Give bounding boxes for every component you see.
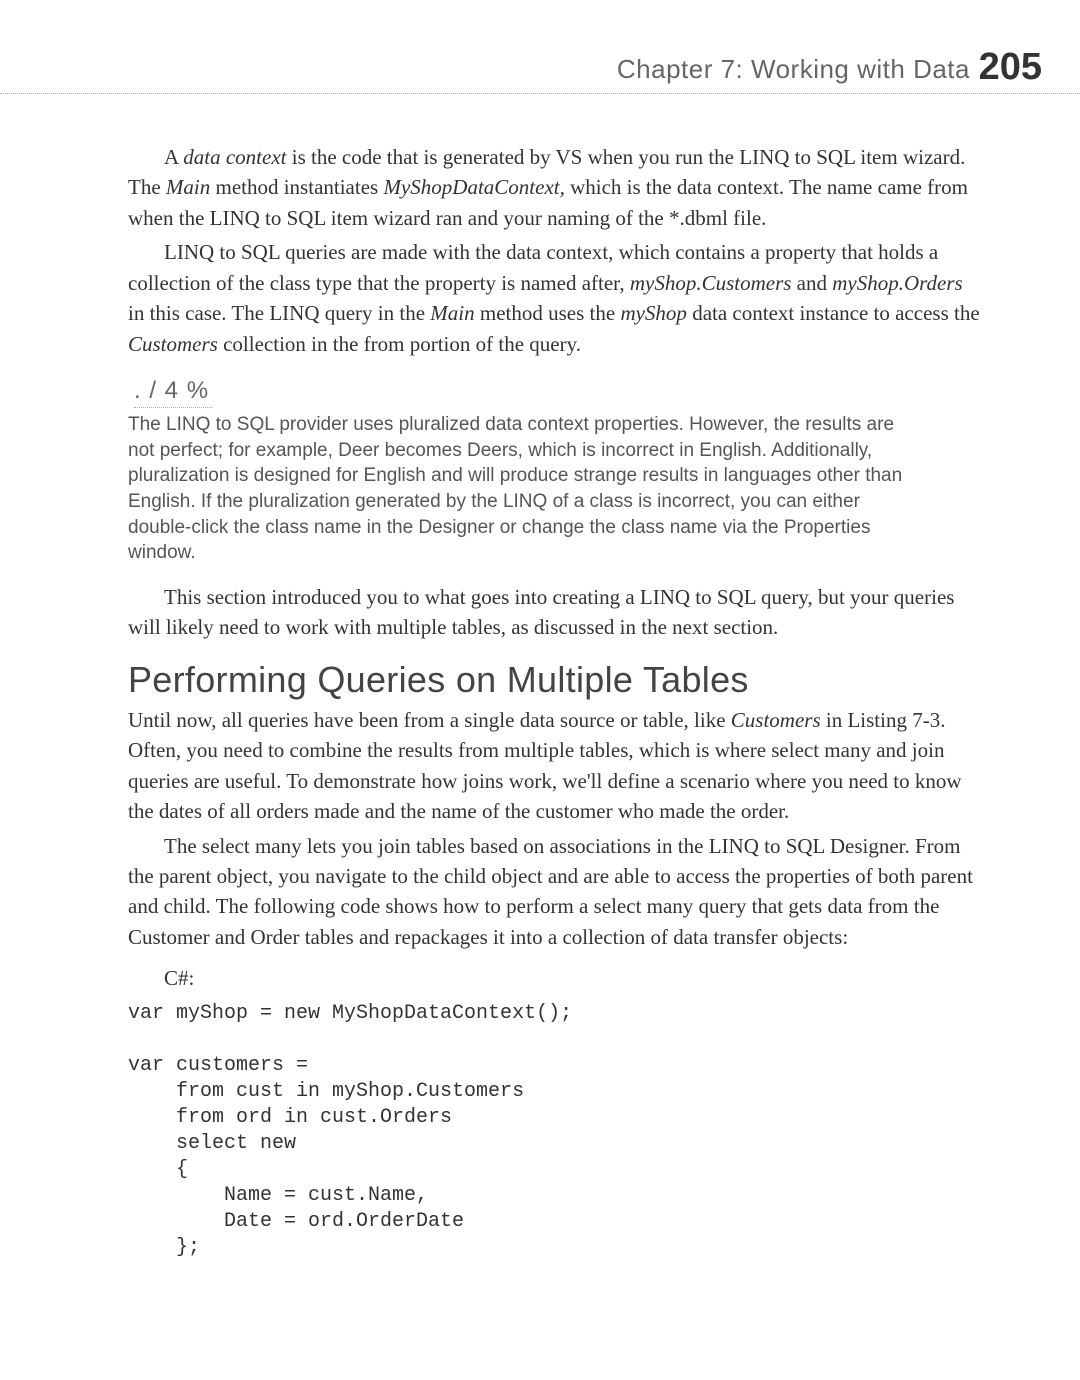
term-datacontext: MyShopDataContext, <box>383 175 564 199</box>
code-block: var myShop = new MyShopDataContext(); va… <box>128 1001 980 1261</box>
code-language-label: C#: <box>164 966 980 991</box>
term-myshop-customers: myShop.Customers <box>630 271 792 295</box>
section-heading: Performing Queries on Multiple Tables <box>128 659 980 701</box>
term-customers: Customers <box>731 708 821 732</box>
term-myshop-orders: myShop.Orders <box>832 271 962 295</box>
term-data-context: data context <box>183 145 286 169</box>
note-body: The LINQ to SQL provider uses pluralized… <box>128 412 980 566</box>
text: and <box>791 271 832 295</box>
paragraph-4: Until now, all queries have been from a … <box>128 705 980 827</box>
text: A <box>164 145 183 169</box>
text: Until now, all queries have been from a … <box>128 708 731 732</box>
text: data context instance to access the <box>687 301 980 325</box>
term-myshop: myShop <box>620 301 687 325</box>
term-main: Main <box>166 175 210 199</box>
paragraph-2: LINQ to SQL queries are made with the da… <box>128 237 980 359</box>
page-content: A data context is the code that is gener… <box>0 94 1080 1301</box>
text: collection in the from portion of the qu… <box>218 332 581 356</box>
paragraph-1: A data context is the code that is gener… <box>128 142 980 233</box>
text: method uses the <box>475 301 621 325</box>
paragraph-5: The select many lets you join tables bas… <box>128 831 980 953</box>
text: in this case. The LINQ query in the <box>128 301 430 325</box>
text: method instantiates <box>210 175 383 199</box>
chapter-title: Chapter 7: Working with Data <box>617 54 970 85</box>
page-number: 205 <box>979 46 1042 89</box>
term-main: Main <box>430 301 474 325</box>
page-header: Chapter 7: Working with Data 205 <box>0 0 1080 94</box>
term-customers: Customers <box>128 332 218 356</box>
paragraph-3: This section introduced you to what goes… <box>128 582 980 643</box>
note-header: . / 4 % <box>134 377 212 408</box>
